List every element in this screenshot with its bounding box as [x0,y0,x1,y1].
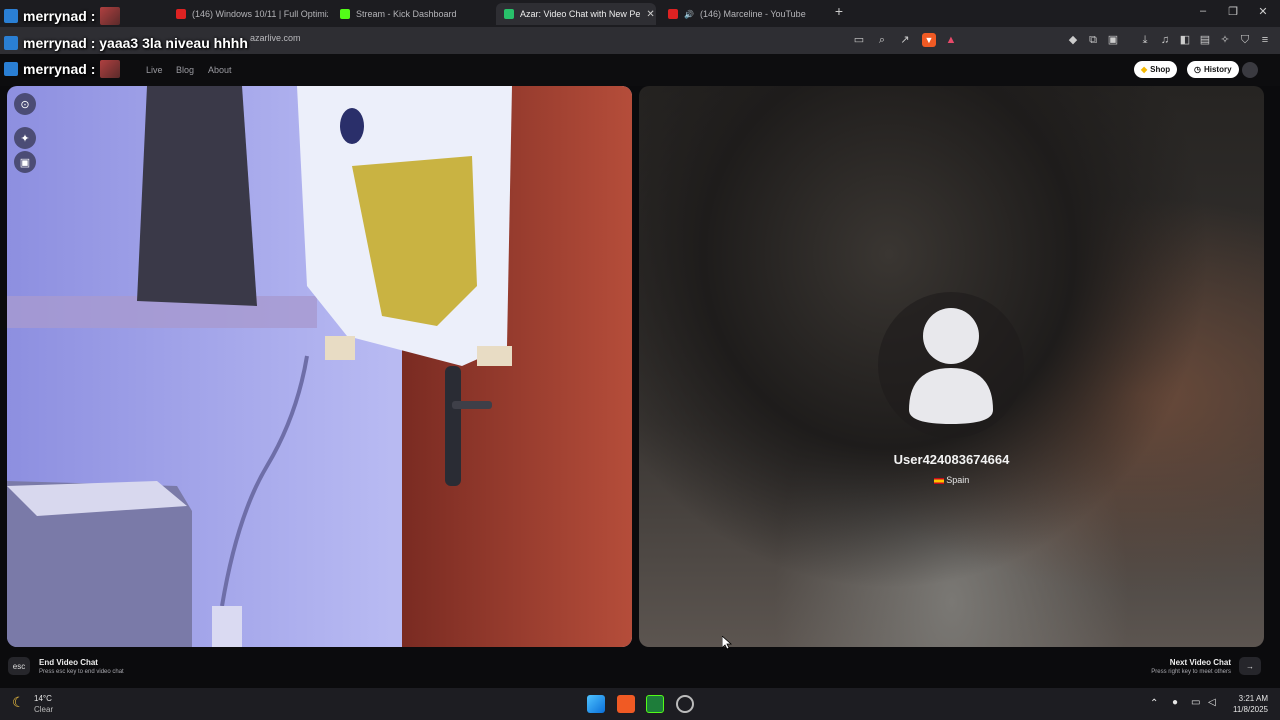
streamlabs-icon[interactable] [646,695,664,713]
tray-expand-icon[interactable]: ⌃ [1150,698,1158,709]
sticker-button[interactable]: ▣ [14,151,36,173]
minimize-button[interactable]: – [1188,5,1218,17]
wallet-icon[interactable]: ◆ [1066,33,1080,47]
gem-icon: ◆ [1141,65,1148,74]
camera-settings-button[interactable]: ⊙ [14,93,36,115]
windows-taskbar [0,688,1280,720]
speaker-icon: 🔊 [684,9,694,19]
azar-icon [504,9,514,19]
tab-label: Stream - Kick Dashboard [356,9,457,19]
country-label: Spain [946,475,970,485]
brave-rewards-icon[interactable]: ▲ [944,33,958,47]
brave-shield-icon[interactable]: ▼ [922,33,936,47]
video-footer [0,652,1280,686]
extensions-icon[interactable]: ⧉ [1086,33,1100,47]
youtube-icon [176,9,186,19]
shop-label: Shop [1150,65,1171,74]
history-button[interactable]: ◷ History [1187,61,1239,78]
start-windows-icon[interactable] [587,695,605,713]
obs-icon[interactable] [676,695,694,713]
own-camera-view [7,86,632,647]
tab-close-icon[interactable]: ✕ [646,9,654,20]
brave-browser-icon[interactable] [617,695,635,713]
mouse-cursor-icon [722,636,732,650]
next-chat-hint: Press right key to meet others [1151,669,1231,675]
clock-time[interactable]: 3:21 AM [1224,694,1268,703]
youtube-icon [668,9,678,19]
end-chat-title[interactable]: End Video Chat [39,658,98,667]
leo-ai-icon[interactable]: ✧ [1218,33,1232,47]
restore-button[interactable]: ❐ [1218,5,1248,18]
end-chat-hint: Press esc key to end video chat [39,669,124,675]
chat-user: merrynad : yaaa3 3la niveau hhhh [23,35,248,51]
beauty-filter-button[interactable]: ✦ [14,127,36,149]
moon-weather-icon: ☾ [12,694,25,710]
chat-line-3: merrynad : [4,59,121,79]
weather-temp[interactable]: 14°C [34,694,52,703]
camera-image [7,86,632,647]
kick-icon [340,9,350,19]
tab-label: Azar: Video Chat with New Pe [520,9,641,19]
wallet-card-icon[interactable]: ▤ [1198,33,1212,47]
tab-label: (146) Windows 10/11 | Full Optimizat [192,9,328,19]
chat-avatar [100,60,121,78]
tab-3[interactable]: Stream - Kick Dashboard [332,3,492,25]
sticker-icon: ▣ [19,156,31,169]
next-arrow-button[interactable]: → [1239,657,1261,675]
tab-2[interactable]: (146) Windows 10/11 | Full Optimizat [168,3,328,25]
profile-avatar[interactable] [1242,62,1258,78]
chat-user: merrynad : [23,8,96,24]
nav-live[interactable]: Live [146,65,163,75]
tab-5[interactable]: 🔊 (146) Marceline - YouTube [660,3,820,25]
focus-icon: ⊙ [20,98,30,111]
default-user-icon [909,308,993,424]
chat-line-2: merrynad : yaaa3 3la niveau hhhh [4,33,248,53]
microphone-icon[interactable]: ● [1172,697,1178,708]
sparkle-icon: ✦ [20,132,30,145]
close-window-button[interactable]: ✕ [1248,5,1278,18]
nav-about[interactable]: About [208,65,232,75]
weather-desc: Clear [34,705,54,714]
nav-blog[interactable]: Blog [176,65,194,75]
vpn-icon[interactable]: ⛉ [1238,33,1252,47]
shop-button[interactable]: ◆ Shop [1134,61,1178,78]
next-chat-title[interactable]: Next Video Chat [1130,658,1231,667]
browser-tab-strip: (146) Windows 10/11 | Full Optimizat Str… [0,0,1280,27]
chat-user: merrynad : [23,61,96,77]
chat-badge-icon [4,62,18,76]
chat-avatar [100,7,121,25]
volume-icon[interactable]: ◁ [1208,697,1216,708]
network-icon[interactable]: ▭ [1191,697,1200,708]
chat-badge-icon [4,36,18,50]
downloads-icon[interactable]: ⤓ [1138,33,1152,47]
partner-username: User424083674664 [893,452,1010,467]
clock-icon: ◷ [1194,65,1201,74]
partner-avatar [878,292,1024,438]
chat-line-1: merrynad : [4,6,121,26]
esc-key-button[interactable]: esc [8,657,30,675]
share-icon[interactable]: ↗ [898,33,912,47]
chat-badge-icon [4,9,18,23]
menu-icon[interactable]: ≡ [1258,33,1272,47]
sidebar-icon[interactable]: ◧ [1178,33,1192,47]
tab-4-active[interactable]: Azar: Video Chat with New Pe ✕ [496,3,656,25]
zoom-icon[interactable]: ⌕ [875,33,889,47]
history-label: History [1203,65,1232,74]
clock-date[interactable]: 11/8/2025 [1224,705,1268,714]
partner-country: Spain [639,475,1264,485]
new-tab-button[interactable]: + [824,3,854,19]
media-icon[interactable]: ♫ [1158,33,1172,47]
tab-label: (146) Marceline - YouTube [699,9,806,19]
url-field[interactable]: azarlive.com [250,33,301,43]
cast-icon[interactable]: ▭ [852,33,866,47]
screenshot-icon[interactable]: ▣ [1106,33,1120,47]
spain-flag-icon [933,477,944,484]
